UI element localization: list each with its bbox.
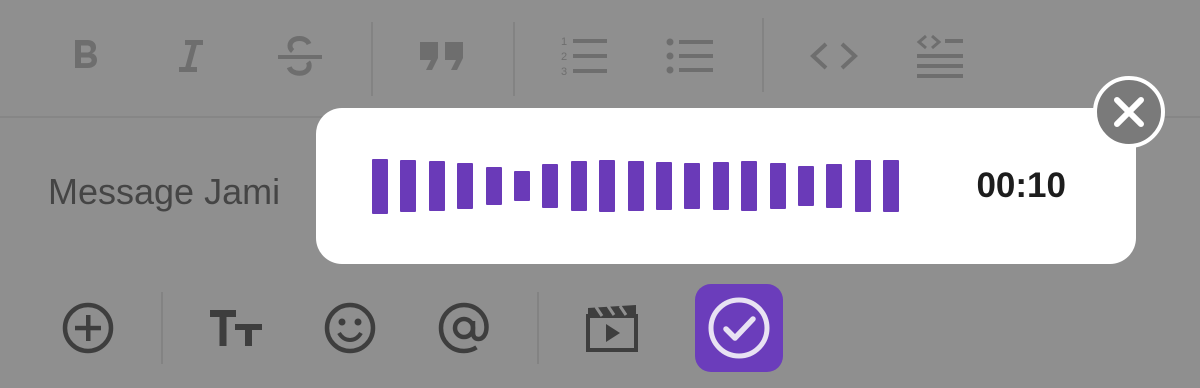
waveform-bar bbox=[656, 162, 672, 210]
strikethrough-icon[interactable] bbox=[272, 28, 328, 84]
mention-icon[interactable] bbox=[434, 298, 494, 358]
svg-text:2: 2 bbox=[561, 51, 567, 63]
waveform-bar bbox=[883, 160, 899, 212]
svg-text:1: 1 bbox=[561, 36, 567, 48]
toolbar-divider bbox=[161, 292, 163, 364]
code-block-icon[interactable] bbox=[912, 28, 968, 84]
waveform-bar bbox=[684, 163, 700, 209]
waveform-bar bbox=[429, 161, 445, 211]
toolbar-divider bbox=[762, 18, 764, 92]
waveform-bar bbox=[372, 159, 388, 214]
waveform-bar bbox=[457, 163, 473, 209]
waveform-bar bbox=[628, 161, 644, 211]
emoji-icon[interactable] bbox=[320, 298, 380, 358]
send-button[interactable] bbox=[695, 284, 783, 372]
quote-icon[interactable] bbox=[414, 28, 470, 84]
waveform-bar bbox=[542, 164, 558, 208]
waveform-bar bbox=[486, 167, 502, 205]
svg-text:3: 3 bbox=[561, 66, 567, 78]
toolbar-divider bbox=[513, 22, 515, 96]
waveform-bar bbox=[826, 164, 842, 208]
numbered-list-icon[interactable]: 1 2 3 bbox=[556, 28, 612, 84]
toolbar-divider bbox=[537, 292, 539, 364]
video-clip-icon[interactable] bbox=[582, 298, 642, 358]
waveform-bar bbox=[855, 160, 871, 212]
waveform-bar bbox=[400, 160, 416, 212]
waveform-bar bbox=[741, 161, 757, 211]
send-check-icon bbox=[708, 297, 770, 359]
waveform-bar bbox=[571, 161, 587, 211]
bold-icon[interactable] bbox=[57, 28, 113, 84]
text-format-icon[interactable] bbox=[206, 298, 266, 358]
add-icon[interactable] bbox=[58, 298, 118, 358]
waveform-bar bbox=[713, 162, 729, 210]
italic-icon[interactable] bbox=[163, 28, 219, 84]
formatting-toolbar: 1 2 3 bbox=[0, 0, 1200, 114]
voice-recording-popup: 00:10 bbox=[316, 108, 1136, 264]
toolbar-divider bbox=[371, 22, 373, 96]
bulleted-list-icon[interactable] bbox=[662, 28, 718, 84]
close-icon bbox=[1114, 97, 1144, 127]
waveform-bar bbox=[770, 163, 786, 209]
waveform-bar bbox=[798, 166, 814, 206]
waveform-bar bbox=[599, 160, 615, 212]
close-recording-button[interactable] bbox=[1093, 76, 1165, 148]
recording-timer: 00:10 bbox=[976, 166, 1066, 205]
message-input-placeholder[interactable]: Message Jami bbox=[48, 171, 280, 213]
waveform-bar bbox=[514, 171, 530, 201]
code-icon[interactable] bbox=[806, 28, 862, 84]
